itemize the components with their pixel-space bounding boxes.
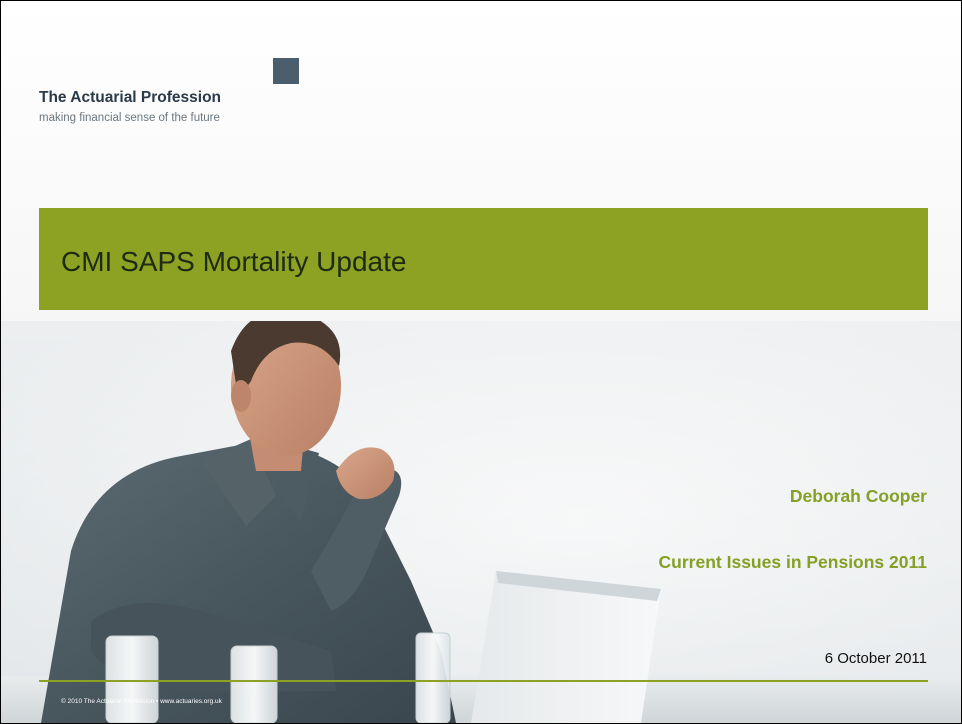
slide: The Actuarial Profession making financia…: [0, 0, 962, 724]
organization-name: The Actuarial Profession: [39, 89, 222, 106]
title-band: CMI SAPS Mortality Update: [39, 208, 928, 310]
footer-divider: [39, 680, 928, 682]
event-name: Current Issues in Pensions 2011: [658, 552, 927, 572]
slide-title: CMI SAPS Mortality Update: [61, 246, 407, 277]
copyright-footer: © 2010 The Actuarial Profession • www.ac…: [61, 698, 222, 705]
logo-square-icon: [273, 58, 299, 84]
presenter-name: Deborah Cooper: [789, 486, 927, 506]
presentation-date: 6 October 2011: [824, 650, 927, 667]
man-at-laptop-photo: [1, 321, 961, 723]
organization-tagline: making financial sense of the future: [39, 112, 220, 124]
